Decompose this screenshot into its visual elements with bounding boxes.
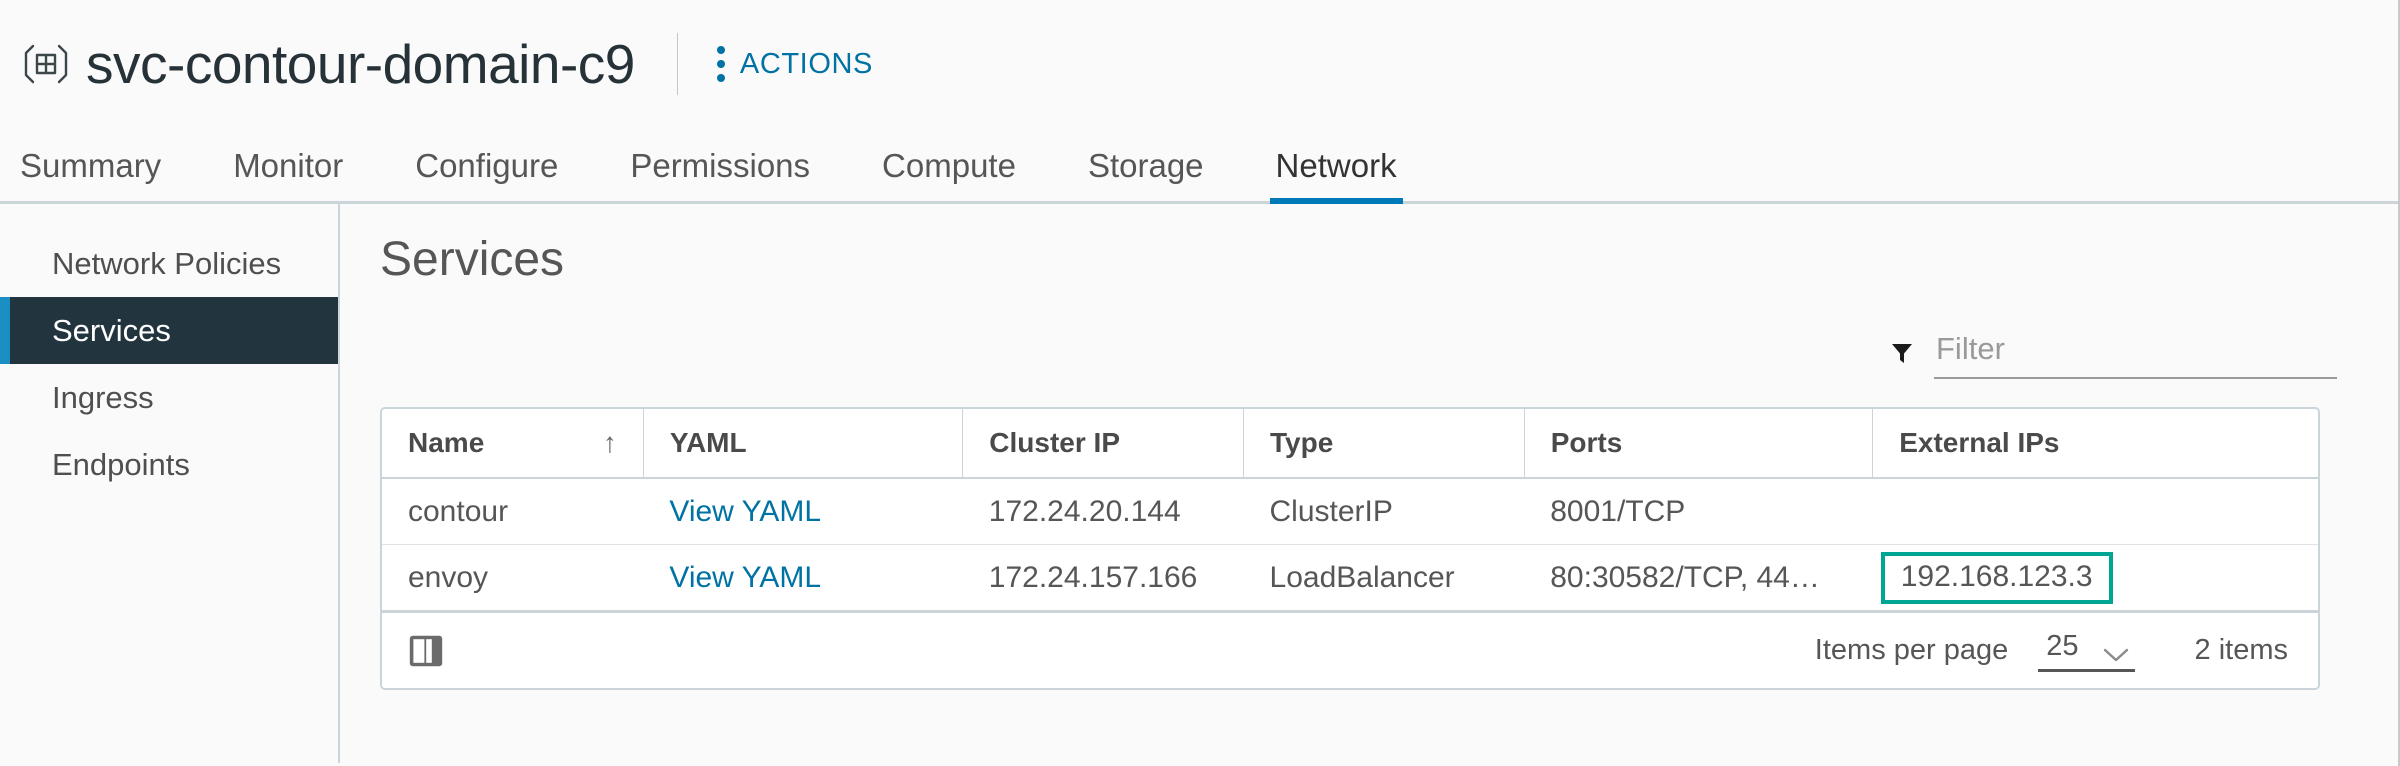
tab-compute[interactable]: Compute bbox=[882, 147, 1016, 201]
tab-permissions[interactable]: Permissions bbox=[630, 147, 810, 201]
services-datagrid: Name ↑ YAML Cluster IP Type Ports Extern… bbox=[380, 407, 2320, 690]
datagrid-footer: Items per page 25 2 items bbox=[382, 610, 2318, 688]
section-title: Services bbox=[380, 233, 565, 286]
cell-yaml: View YAML bbox=[643, 545, 962, 611]
tab-bar: Summary Monitor Configure Permissions Co… bbox=[0, 128, 2400, 204]
column-header-label: Name bbox=[408, 427, 485, 458]
actions-button-label: ACTIONS bbox=[739, 47, 873, 80]
table-row[interactable]: envoy View YAML 172.24.157.166 LoadBalan… bbox=[382, 545, 2318, 611]
column-header-yaml[interactable]: YAML bbox=[642, 409, 963, 479]
tab-configure[interactable]: Configure bbox=[415, 147, 558, 201]
pagination-controls: Items per page 25 2 items bbox=[1815, 630, 2288, 672]
header-divider bbox=[676, 33, 678, 95]
sidebar-item-ingress[interactable]: Ingress bbox=[0, 364, 338, 431]
items-per-page-select[interactable]: 25 bbox=[2038, 629, 2135, 672]
cell-external-ips: 192.168.123.3 bbox=[1873, 545, 2318, 611]
content-area: Network Policies Services Ingress Endpoi… bbox=[0, 204, 2400, 763]
view-yaml-link[interactable]: View YAML bbox=[669, 495, 821, 528]
column-header-ports[interactable]: Ports bbox=[1523, 409, 1873, 479]
sidebar-item-services[interactable]: Services bbox=[0, 297, 338, 364]
main-panel: Services Filter Name ↑ YAML Cluster IP T… bbox=[340, 204, 2400, 763]
cell-cluster-ip: 172.24.157.166 bbox=[988, 560, 1198, 594]
cell-cluster-ip: 172.24.20.144 bbox=[962, 478, 1244, 545]
table-row[interactable]: contour View YAML 172.24.20.144 ClusterI… bbox=[382, 478, 2318, 545]
tab-monitor[interactable]: Monitor bbox=[233, 147, 343, 201]
actions-button[interactable]: ACTIONS bbox=[714, 42, 873, 86]
filter-input[interactable] bbox=[1934, 327, 2337, 379]
side-navigation: Network Policies Services Ingress Endpoi… bbox=[0, 204, 340, 763]
filter-row bbox=[380, 327, 2337, 379]
services-table: Name ↑ YAML Cluster IP Type Ports Extern… bbox=[382, 409, 2318, 610]
items-per-page-value: 25 bbox=[2046, 629, 2079, 662]
column-header-name[interactable]: Name ↑ bbox=[382, 409, 644, 479]
kebab-menu-icon bbox=[714, 42, 728, 86]
external-ip-highlight: 192.168.123.3 bbox=[1880, 551, 2113, 604]
funnel-icon[interactable] bbox=[1890, 341, 1914, 365]
column-header-external-ips[interactable]: External IPs bbox=[1872, 409, 2318, 479]
page-title: svc-contour-domain-c9 bbox=[86, 33, 635, 95]
cell-external-ips bbox=[1872, 478, 2318, 545]
sidebar-item-network-policies[interactable]: Network Policies bbox=[0, 230, 338, 297]
column-picker-icon[interactable] bbox=[408, 634, 444, 668]
cell-type: LoadBalancer bbox=[1269, 560, 1455, 594]
chevron-down-icon bbox=[2103, 638, 2129, 662]
column-header-type[interactable]: Type bbox=[1243, 409, 1525, 479]
tab-network[interactable]: Network bbox=[1269, 147, 1403, 204]
filter-control bbox=[1890, 327, 2337, 379]
cell-name: envoy bbox=[408, 560, 489, 594]
total-items-count: 2 items bbox=[2194, 634, 2288, 666]
namespace-grid-icon bbox=[18, 36, 74, 92]
sidebar-item-label: Services bbox=[52, 312, 171, 348]
tab-summary[interactable]: Summary bbox=[20, 147, 161, 201]
sidebar-item-endpoints[interactable]: Endpoints bbox=[0, 431, 338, 498]
tab-storage[interactable]: Storage bbox=[1088, 147, 1204, 201]
sidebar-item-label: Network Policies bbox=[52, 245, 282, 281]
cell-yaml: View YAML bbox=[643, 478, 963, 545]
page-header: svc-contour-domain-c9 ACTIONS bbox=[0, 0, 2400, 128]
sidebar-item-label: Endpoints bbox=[52, 446, 190, 482]
cell-ports: 8001/TCP bbox=[1524, 478, 1873, 545]
sort-ascending-icon: ↑ bbox=[602, 427, 617, 458]
cell-ports: 80:30582/TCP, 44… bbox=[1550, 560, 1820, 594]
table-header-row: Name ↑ YAML Cluster IP Type Ports Extern… bbox=[382, 409, 2318, 479]
cell-type: ClusterIP bbox=[1243, 478, 1525, 545]
column-header-cluster-ip[interactable]: Cluster IP bbox=[962, 409, 1244, 479]
view-yaml-link[interactable]: View YAML bbox=[669, 561, 821, 594]
sidebar-item-label: Ingress bbox=[52, 379, 154, 415]
cell-name: contour bbox=[382, 478, 644, 545]
items-per-page-label: Items per page bbox=[1814, 634, 2009, 666]
